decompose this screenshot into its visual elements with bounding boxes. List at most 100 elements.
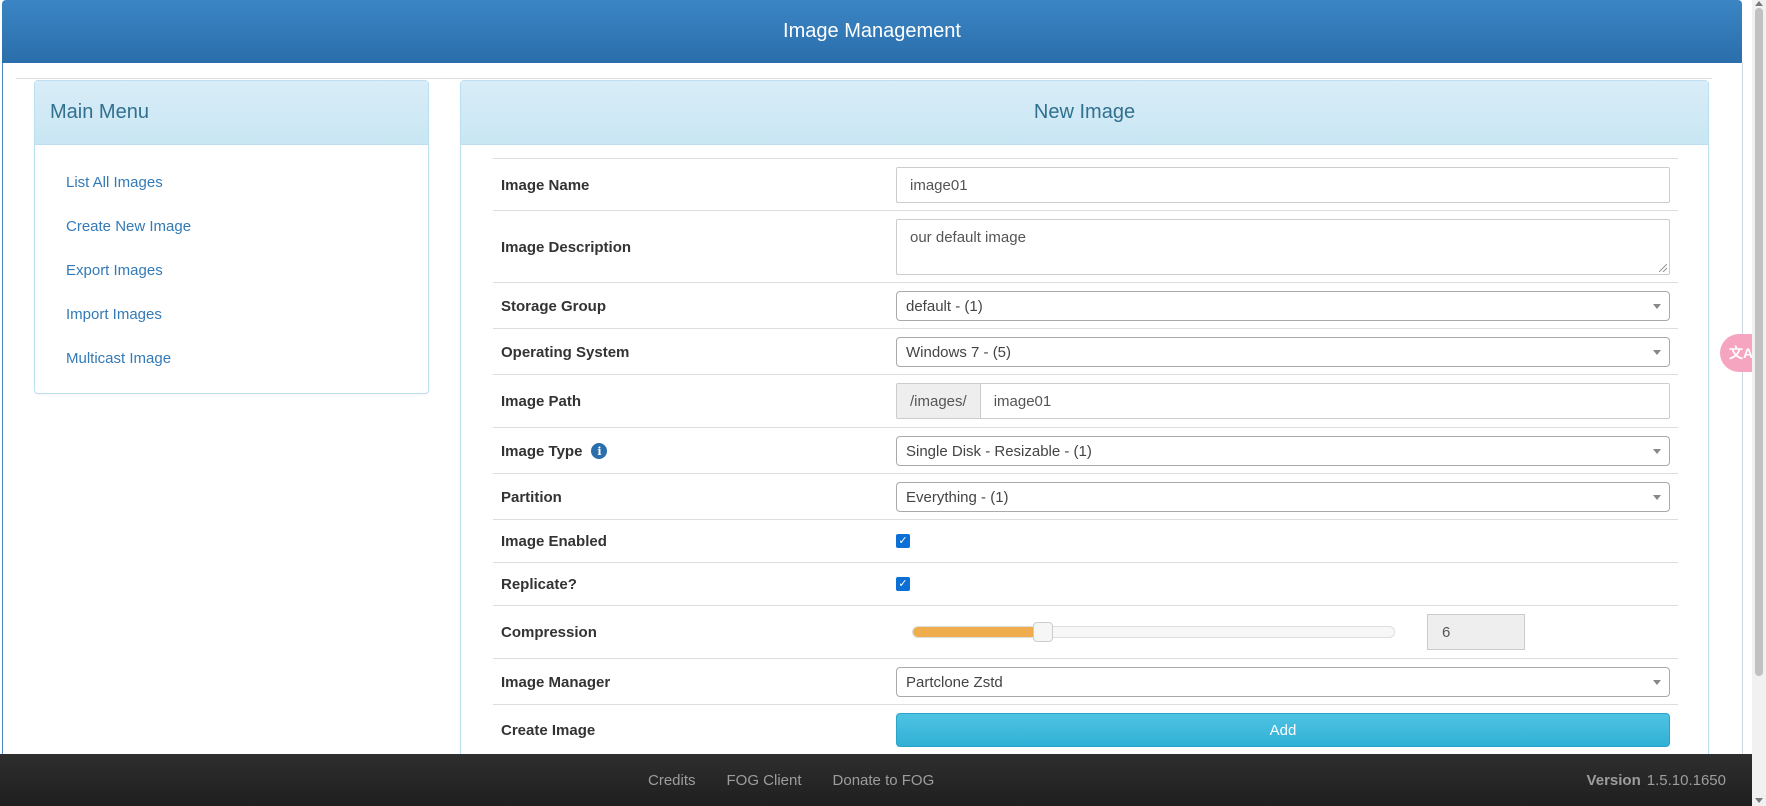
image-type-field: Single Disk - Resizable - (1) xyxy=(896,436,1670,466)
add-button[interactable]: Add xyxy=(896,713,1670,747)
scroll-up-icon[interactable] xyxy=(1755,1,1763,6)
menu-item-export-images: Export Images xyxy=(35,248,428,292)
new-image-panel: New Image Image Name image01 Image Descr… xyxy=(460,80,1709,781)
row-partition: Partition Everything - (1) xyxy=(493,473,1678,520)
row-create-image: Create Image Add xyxy=(493,704,1678,755)
menu-item-import-images: Import Images xyxy=(35,292,428,336)
menu-link-multicast-image[interactable]: Multicast Image xyxy=(66,350,171,367)
menu-link-list-all-images[interactable]: List All Images xyxy=(66,174,163,191)
storage-group-select[interactable]: default - (1) xyxy=(896,291,1670,321)
image-path-input-group: /images/ image01 xyxy=(896,383,1670,419)
create-image-label: Create Image xyxy=(501,721,596,739)
row-image-path: Image Path /images/ image01 xyxy=(493,374,1678,428)
replicate-label: Replicate? xyxy=(501,576,577,593)
footer-link-donate[interactable]: Donate to FOG xyxy=(833,772,935,789)
row-image-enabled: Image Enabled ✓ xyxy=(493,519,1678,563)
image-path-field: /images/ image01 xyxy=(896,383,1670,419)
page-title: Image Management xyxy=(783,20,961,42)
image-description-text: our default image xyxy=(910,229,1026,246)
image-manager-label: Image Manager xyxy=(501,673,611,691)
row-storage-group: Storage Group default - (1) xyxy=(493,282,1678,329)
page-header: Image Management xyxy=(2,0,1742,63)
row-image-name: Image Name image01 xyxy=(493,158,1678,211)
partition-select[interactable]: Everything - (1) xyxy=(896,482,1670,512)
image-type-select[interactable]: Single Disk - Resizable - (1) xyxy=(896,436,1670,466)
menu-link-import-images[interactable]: Import Images xyxy=(66,306,162,323)
footer-version: Version 1.5.10.1650 xyxy=(1587,754,1726,806)
version-value: 1.5.10.1650 xyxy=(1646,771,1726,789)
row-image-manager: Image Manager Partclone Zstd xyxy=(493,658,1678,705)
storage-group-field: default - (1) xyxy=(896,291,1670,321)
main-menu-list: List All Images Create New Image Export … xyxy=(35,145,428,380)
chevron-down-icon xyxy=(1653,448,1661,454)
row-replicate: Replicate? ✓ xyxy=(493,562,1678,606)
storage-group-label: Storage Group xyxy=(501,297,607,315)
partition-value: Everything - (1) xyxy=(906,488,1009,506)
frame-border-right xyxy=(1742,63,1743,754)
compression-slider-fill xyxy=(913,627,1043,637)
image-description-label: Image Description xyxy=(501,238,632,256)
operating-system-label: Operating System xyxy=(501,343,630,361)
menu-item-list-all-images: List All Images xyxy=(35,160,428,204)
menu-item-multicast-image: Multicast Image xyxy=(35,336,428,380)
chevron-down-icon xyxy=(1653,349,1661,355)
image-manager-field: Partclone Zstd xyxy=(896,667,1670,697)
menu-item-create-new-image: Create New Image xyxy=(35,204,428,248)
footer-links: Credits FOG Client Donate to FOG xyxy=(648,754,934,806)
version-label: Version xyxy=(1586,771,1641,789)
compression-slider[interactable] xyxy=(912,622,1395,642)
image-type-label-wrap: Image Type i xyxy=(493,443,893,460)
compression-slider-handle[interactable] xyxy=(1033,622,1053,642)
scroll-down-icon[interactable] xyxy=(1755,798,1763,803)
footer: Credits FOG Client Donate to FOG Version… xyxy=(0,754,1766,806)
image-path-input[interactable]: image01 xyxy=(979,383,1670,419)
image-type-value: Single Disk - Resizable - (1) xyxy=(906,442,1092,460)
operating-system-field: Windows 7 - (5) xyxy=(896,337,1670,367)
new-image-title: New Image xyxy=(1033,101,1136,123)
image-name-input[interactable]: image01 xyxy=(896,167,1670,203)
replicate-checkbox[interactable]: ✓ xyxy=(896,577,910,591)
replicate-field: ✓ xyxy=(896,577,1670,591)
image-path-label: Image Path xyxy=(501,393,582,410)
row-image-description: Image Description our default image xyxy=(493,210,1678,283)
chevron-down-icon xyxy=(1653,303,1661,309)
frame-border-left xyxy=(2,63,3,754)
operating-system-select[interactable]: Windows 7 - (5) xyxy=(896,337,1670,367)
image-manager-select[interactable]: Partclone Zstd xyxy=(896,667,1670,697)
operating-system-value: Windows 7 - (5) xyxy=(906,343,1012,361)
menu-link-create-new-image[interactable]: Create New Image xyxy=(66,218,191,235)
menu-link-export-images[interactable]: Export Images xyxy=(66,262,163,279)
scrollbar-thumb[interactable] xyxy=(1755,8,1763,676)
partition-field: Everything - (1) xyxy=(896,482,1670,512)
image-enabled-checkbox[interactable]: ✓ xyxy=(896,534,910,548)
image-description-textarea[interactable]: our default image xyxy=(896,219,1670,275)
row-operating-system: Operating System Windows 7 - (5) xyxy=(493,328,1678,375)
image-path-prefix: /images/ xyxy=(896,383,980,419)
main-menu-title: Main Menu xyxy=(50,101,149,123)
image-enabled-field: ✓ xyxy=(896,534,1670,548)
header-divider xyxy=(16,78,1712,79)
row-compression: Compression 6 xyxy=(493,605,1678,659)
compression-value-input[interactable]: 6 xyxy=(1427,614,1525,650)
image-manager-value: Partclone Zstd xyxy=(906,673,1003,691)
main-menu-heading: Main Menu xyxy=(35,81,428,145)
compression-field: 6 xyxy=(896,613,1670,651)
new-image-heading: New Image xyxy=(461,81,1708,145)
chevron-down-icon xyxy=(1653,494,1661,500)
create-image-field: Add xyxy=(896,713,1670,747)
footer-link-credits[interactable]: Credits xyxy=(648,772,696,789)
image-enabled-label: Image Enabled xyxy=(501,533,607,550)
image-name-field: image01 xyxy=(896,167,1670,203)
compression-label: Compression xyxy=(501,624,597,641)
image-type-label: Image Type xyxy=(501,442,583,460)
partition-label: Partition xyxy=(501,488,562,506)
resize-grip-icon[interactable] xyxy=(1659,264,1667,272)
footer-link-fog-client[interactable]: FOG Client xyxy=(727,772,802,789)
storage-group-value: default - (1) xyxy=(906,297,983,315)
image-name-label: Image Name xyxy=(501,176,590,194)
info-circle-icon[interactable]: i xyxy=(591,443,608,459)
page-scrollbar[interactable] xyxy=(1752,0,1766,806)
row-image-type: Image Type i Single Disk - Resizable - (… xyxy=(493,427,1678,474)
image-description-field: our default image xyxy=(896,219,1670,275)
chevron-down-icon xyxy=(1653,679,1661,685)
